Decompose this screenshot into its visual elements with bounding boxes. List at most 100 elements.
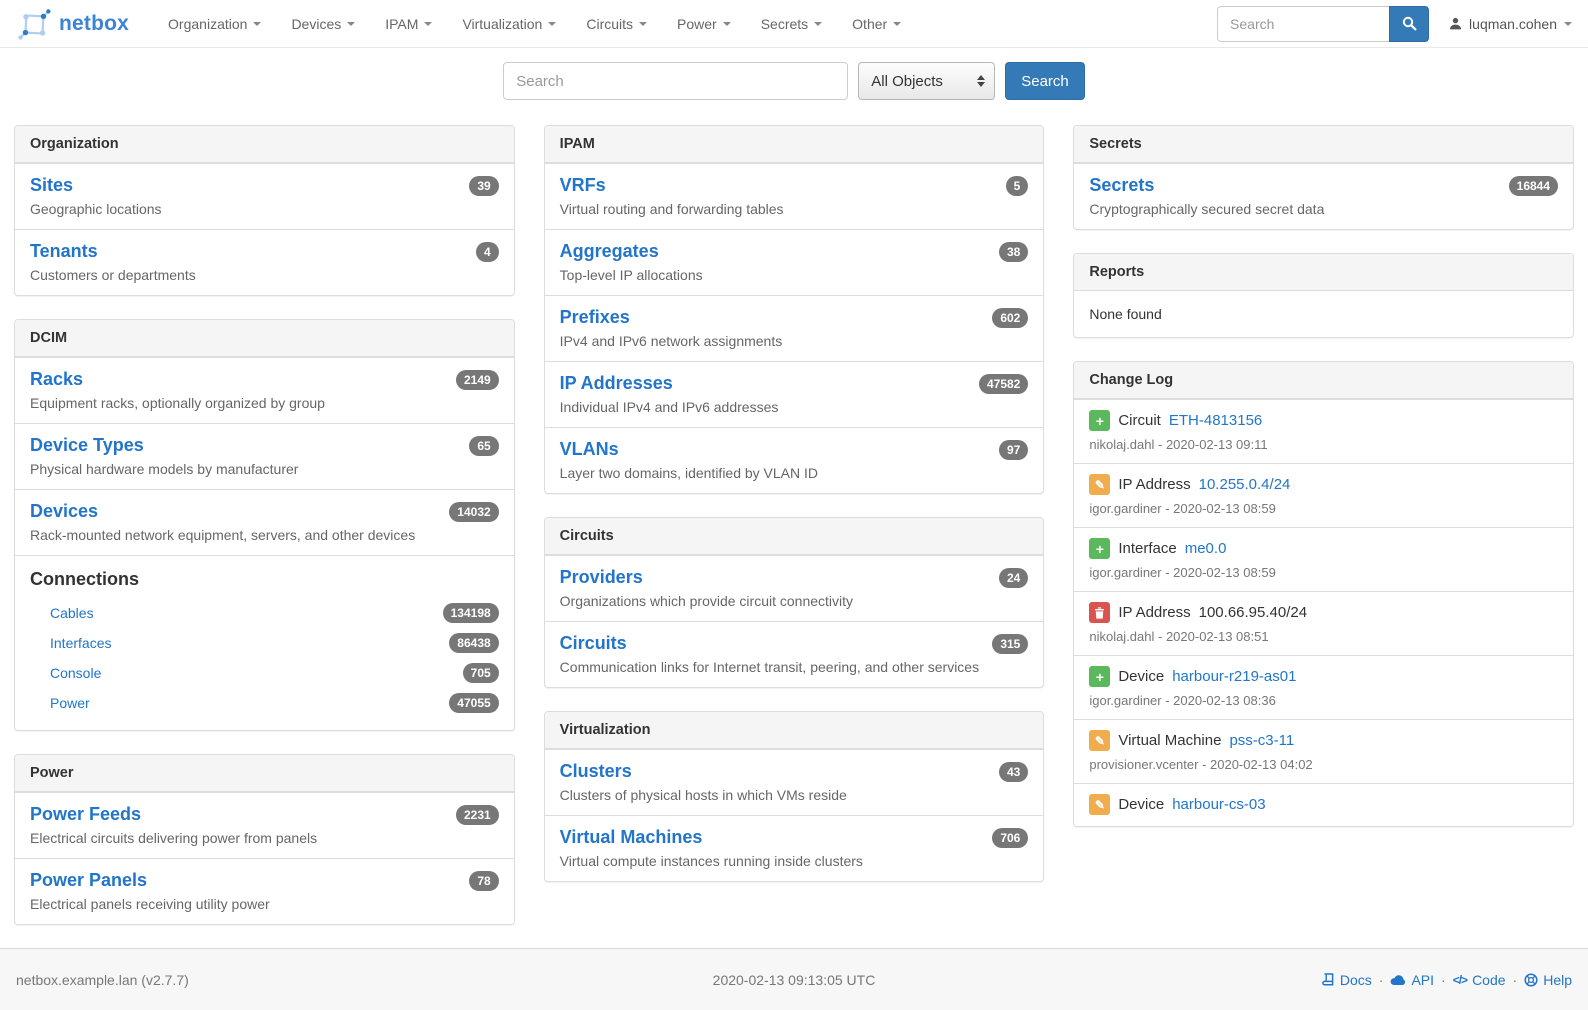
navbar-search-button[interactable] <box>1389 6 1429 42</box>
nav-item-circuits[interactable]: Circuits <box>571 0 662 47</box>
nav-item-virtualization[interactable]: Virtualization <box>447 0 571 47</box>
secrets-link[interactable]: Secrets <box>1089 175 1154 196</box>
navbar-search-input[interactable] <box>1217 6 1389 42</box>
list-item: VLANs97 Layer two domains, identified by… <box>545 427 1044 493</box>
panel-title: Change Log <box>1074 362 1573 399</box>
list-item: Device Types65 Physical hardware models … <box>15 423 514 489</box>
nav-item-power[interactable]: Power <box>662 0 746 47</box>
count-badge: 24 <box>999 568 1028 588</box>
list-item: Circuits315 Communication links for Inte… <box>545 621 1044 687</box>
list-item: Devices14032 Rack-mounted network equipm… <box>15 489 514 555</box>
chevron-down-icon <box>1564 22 1572 26</box>
chevron-down-icon <box>639 22 647 26</box>
virtual-machines-link[interactable]: Virtual Machines <box>560 827 703 848</box>
providers-link[interactable]: Providers <box>560 567 643 588</box>
connections-heading: Connections <box>30 569 499 590</box>
api-link[interactable]: API <box>1390 972 1434 988</box>
chevron-down-icon <box>814 22 822 26</box>
nav-item-ipam[interactable]: IPAM <box>370 0 447 47</box>
power-link[interactable]: Power <box>50 695 90 711</box>
list-item: Power Panels78 Electrical panels receivi… <box>15 858 514 924</box>
add-icon: + <box>1089 666 1110 687</box>
racks-link[interactable]: Racks <box>30 369 83 390</box>
nav-item-devices[interactable]: Devices <box>276 0 370 47</box>
object-link[interactable]: pss-c3-11 <box>1229 732 1294 749</box>
clusters-link[interactable]: Clusters <box>560 761 632 782</box>
count-badge: 134198 <box>443 603 499 623</box>
object-link[interactable]: ETH-4813156 <box>1169 412 1262 429</box>
nav-item-secrets[interactable]: Secrets <box>746 0 837 47</box>
interfaces-link[interactable]: Interfaces <box>50 635 111 651</box>
docs-link[interactable]: Docs <box>1321 972 1372 988</box>
count-badge: 315 <box>992 634 1028 654</box>
object-link[interactable]: 10.255.0.4/24 <box>1199 476 1291 493</box>
ip-addresses-link[interactable]: IP Addresses <box>560 373 673 394</box>
count-badge: 97 <box>999 440 1028 460</box>
device-types-link[interactable]: Device Types <box>30 435 144 456</box>
nav-item-organization[interactable]: Organization <box>153 0 276 47</box>
panel-organization: Organization Sites39 Geographic location… <box>14 125 515 296</box>
panel-title: DCIM <box>15 320 514 357</box>
panel-title: Reports <box>1074 254 1573 291</box>
footer-hostname-version: netbox.example.lan (v2.7.7) <box>16 972 189 988</box>
trash-icon <box>1089 602 1110 623</box>
netbox-brand[interactable]: netbox <box>16 6 129 42</box>
panel-title: Virtualization <box>545 712 1044 749</box>
panel-virtualization: Virtualization Clusters43 Clusters of ph… <box>544 711 1045 882</box>
panel-dcim: DCIM Racks2149 Equipment racks, optional… <box>14 319 515 731</box>
code-link[interactable]: </> Code <box>1453 972 1506 988</box>
nav-item-other[interactable]: Other <box>837 0 916 47</box>
object-type: IP Address <box>1118 476 1190 493</box>
vrfs-link[interactable]: VRFs <box>560 175 606 196</box>
object-link[interactable]: harbour-r219-as01 <box>1172 668 1296 685</box>
connection-row: Interfaces86438 <box>30 628 499 658</box>
console-link[interactable]: Console <box>50 665 101 681</box>
list-item: Providers24 Organizations which provide … <box>545 555 1044 621</box>
object-link[interactable]: harbour-cs-03 <box>1172 796 1265 813</box>
chevron-down-icon <box>424 22 432 26</box>
column-right: Secrets Secrets16844 Cryptographically s… <box>1073 125 1574 850</box>
user-menu[interactable]: luqman.cohen <box>1449 16 1572 32</box>
power-panels-link[interactable]: Power Panels <box>30 870 147 891</box>
sites-link[interactable]: Sites <box>30 175 73 196</box>
object-type: Device <box>1118 796 1164 813</box>
count-badge: 2149 <box>456 370 499 390</box>
panel-changelog: Change Log + Circuit ETH-4813156 nikolaj… <box>1073 361 1574 827</box>
changelog-entry: ✎ Virtual Machine pss-c3-11 provisioner.… <box>1074 719 1573 783</box>
changelog-meta: igor.gardiner - 2020-02-13 08:59 <box>1089 565 1558 580</box>
cables-link[interactable]: Cables <box>50 605 94 621</box>
count-badge: 38 <box>999 242 1028 262</box>
devices-link[interactable]: Devices <box>30 501 98 522</box>
vlans-link[interactable]: VLANs <box>560 439 619 460</box>
object-link[interactable]: me0.0 <box>1185 540 1227 557</box>
list-item: Clusters43 Clusters of physical hosts in… <box>545 749 1044 815</box>
list-item: Sites39 Geographic locations <box>15 163 514 229</box>
search-scope-select[interactable]: All Objects <box>858 62 995 100</box>
search-icon <box>1402 16 1417 31</box>
list-item: VRFs5 Virtual routing and forwarding tab… <box>545 163 1044 229</box>
panel-reports: Reports None found <box>1073 253 1574 338</box>
connection-row: Cables 134198 <box>30 598 499 628</box>
help-link[interactable]: Help <box>1524 972 1572 988</box>
count-badge: 47582 <box>979 374 1028 394</box>
global-search-input[interactable] <box>503 62 848 100</box>
book-icon <box>1321 973 1335 987</box>
chevron-down-icon <box>723 22 731 26</box>
navbar-search <box>1217 6 1429 42</box>
prefixes-link[interactable]: Prefixes <box>560 307 630 328</box>
netbox-logo-icon <box>16 6 52 42</box>
tenants-link[interactable]: Tenants <box>30 241 98 262</box>
panel-secrets: Secrets Secrets16844 Cryptographically s… <box>1073 125 1574 230</box>
panel-ipam: IPAM VRFs5 Virtual routing and forwardin… <box>544 125 1045 494</box>
add-icon: + <box>1089 538 1110 559</box>
global-search-button[interactable]: Search <box>1005 62 1085 100</box>
panel-title: Organization <box>15 126 514 163</box>
aggregates-link[interactable]: Aggregates <box>560 241 659 262</box>
panel-title: Secrets <box>1074 126 1573 163</box>
footer-timestamp: 2020-02-13 09:13:05 UTC <box>713 972 876 988</box>
circuits-link[interactable]: Circuits <box>560 633 627 654</box>
changelog-entry: ✎ Device harbour-cs-03 <box>1074 783 1573 826</box>
object-type: Interface <box>1118 540 1176 557</box>
chevron-down-icon <box>347 22 355 26</box>
power-feeds-link[interactable]: Power Feeds <box>30 804 141 825</box>
